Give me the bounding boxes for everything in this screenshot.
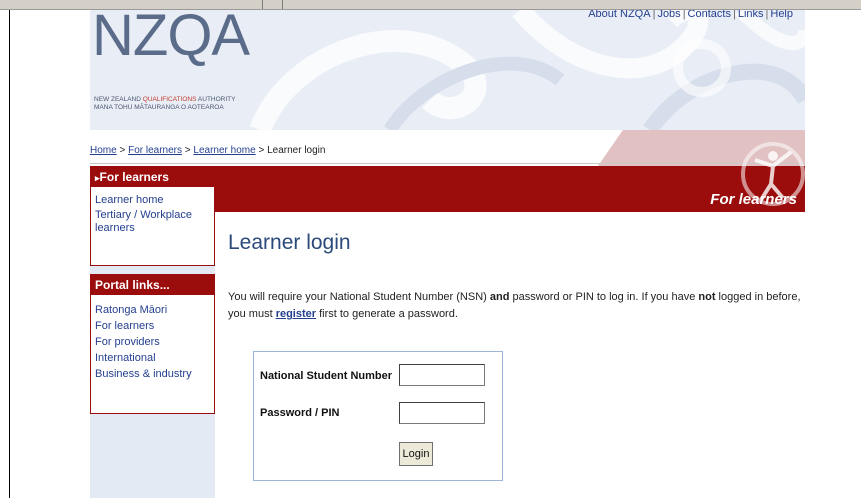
breadcrumb-separator: > bbox=[116, 145, 129, 156]
sidebar-item-for-learners[interactable]: For learners bbox=[91, 318, 214, 334]
intro-part: You will require your National Student N… bbox=[228, 291, 490, 303]
sidebar-item-tertiary-workplace[interactable]: Tertiary / Workplace learners bbox=[91, 209, 199, 235]
sidebar-item-international[interactable]: International bbox=[91, 350, 214, 366]
window-border bbox=[9, 10, 10, 498]
login-button[interactable]: Login bbox=[399, 442, 433, 466]
breadcrumb-for-learners[interactable]: For learners bbox=[128, 145, 182, 156]
sidebar-item-learner-home[interactable]: Learner home bbox=[91, 194, 214, 207]
breadcrumb-separator: > bbox=[255, 145, 268, 156]
top-link-links[interactable]: Links bbox=[738, 10, 764, 20]
page-title: Learner login bbox=[228, 231, 351, 254]
breadcrumb-current: Learner login bbox=[267, 145, 326, 156]
password-input[interactable] bbox=[399, 402, 485, 424]
intro-text: You will require your National Student N… bbox=[228, 289, 803, 323]
breadcrumb-learner-home[interactable]: Learner home bbox=[193, 145, 255, 156]
intro-part: password or PIN to log in. If you have bbox=[509, 291, 699, 303]
sidebar-item-ratonga-maori[interactable]: Ratonga Māori bbox=[91, 302, 214, 318]
breadcrumb-separator: > bbox=[182, 145, 194, 156]
top-link-jobs[interactable]: Jobs bbox=[657, 10, 680, 20]
top-links-nav: About NZQA | Jobs | Contacts | Links | Help bbox=[588, 10, 793, 20]
top-link-about[interactable]: About NZQA bbox=[588, 10, 650, 20]
intro-part: first to generate a password. bbox=[316, 308, 458, 320]
nsn-input[interactable] bbox=[399, 364, 485, 386]
section-banner: For learners bbox=[215, 142, 805, 212]
top-link-contacts[interactable]: Contacts bbox=[688, 10, 731, 20]
sidebar-item-business-industry[interactable]: Business & industry bbox=[91, 366, 214, 382]
breadcrumb-home[interactable]: Home bbox=[90, 145, 117, 156]
sidebar-item-for-providers[interactable]: For providers bbox=[91, 334, 214, 350]
breadcrumb: Home > For learners > Learner home > Lea… bbox=[90, 145, 325, 156]
login-form: National Student Number Password / PIN L… bbox=[253, 351, 503, 481]
toolbar-separator bbox=[282, 0, 283, 9]
sidebar-heading-for-learners[interactable]: ▸For learners bbox=[91, 167, 214, 187]
top-link-help[interactable]: Help bbox=[770, 10, 793, 20]
logo-subtitle: NEW ZEALAND QUALIFICATIONS AUTHORITY MAN… bbox=[94, 96, 235, 112]
logo-subtitle-line1b: QUALIFICATIONS bbox=[142, 96, 197, 103]
nsn-label: National Student Number bbox=[260, 370, 393, 382]
register-link[interactable]: register bbox=[276, 308, 316, 320]
breadcrumb-divider bbox=[90, 163, 805, 164]
logo-subtitle-line2: MANA TOHU MĀTAURANGA O AOTEAROA bbox=[94, 104, 224, 111]
sidebar: ▸For learners Learner home Tertiary / Wo… bbox=[90, 166, 215, 498]
sidebar-section-for-learners: ▸For learners Learner home Tertiary / Wo… bbox=[90, 166, 215, 266]
intro-emphasis-not: not bbox=[698, 291, 716, 303]
toolbar-separator bbox=[262, 0, 263, 9]
sidebar-section-portal-links: Portal links... Ratonga Māori For learne… bbox=[90, 274, 215, 414]
nzqa-logo[interactable]: NZQA NEW ZEALAND QUALIFICATIONS AUTHORIT… bbox=[92, 10, 250, 111]
sidebar-heading-label: For learners bbox=[99, 170, 169, 184]
intro-emphasis-and: and bbox=[489, 291, 510, 303]
site-header: NZQA NEW ZEALAND QUALIFICATIONS AUTHORIT… bbox=[90, 10, 805, 130]
logo-subtitle-line1a: NEW ZEALAND bbox=[94, 96, 143, 103]
logo-wordmark: NZQA bbox=[92, 10, 250, 68]
sidebar-heading-portal-links: Portal links... bbox=[91, 275, 214, 295]
banner-title: For learners bbox=[710, 191, 797, 208]
password-label: Password / PIN bbox=[260, 407, 340, 419]
logo-subtitle-line1c: AUTHORITY bbox=[196, 96, 236, 103]
browser-toolbar-edge bbox=[0, 0, 861, 10]
